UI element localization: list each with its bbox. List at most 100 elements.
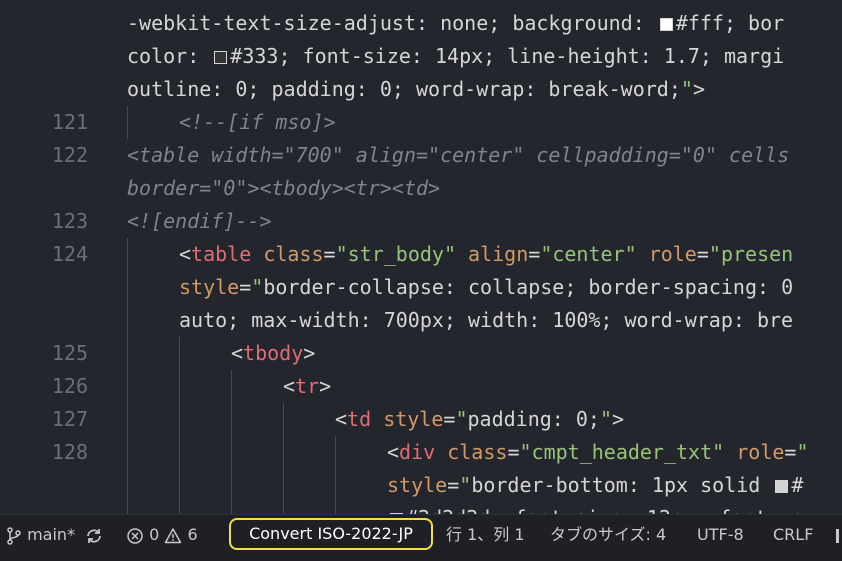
indent-guide: [127, 403, 128, 436]
code-line[interactable]: style="border-collapse: collapse; border…: [0, 271, 842, 304]
indent-guide: [335, 502, 336, 514]
indent-guide: [127, 370, 128, 403]
code-line[interactable]: -webkit-text-size-adjust: none; backgrou…: [0, 7, 842, 40]
indent-guide: [179, 436, 180, 469]
code-token: outline: 0; padding: 0; word-wrap: break…: [127, 77, 681, 101]
code-line[interactable]: style="border-bottom: 1px solid #: [0, 469, 842, 502]
status-bar: main* 0 6 Convert ISO-2022-JP 行 1、列 1 タブ…: [0, 514, 842, 561]
code-token: ": [251, 275, 264, 299]
code-token: =: [447, 473, 460, 497]
indent-guide: [179, 337, 180, 370]
code-line[interactable]: 128 <div class="cmpt_header_txt" role=": [0, 436, 842, 469]
code-line[interactable]: auto; max-width: 700px; width: 100%; wor…: [0, 304, 842, 337]
code-line[interactable]: 123 <![endif]-->: [0, 205, 842, 238]
code-text: <!--[if mso]>: [179, 106, 336, 139]
code-token: <: [231, 341, 244, 365]
code-token: <: [179, 242, 192, 266]
indent-guide: [127, 238, 128, 271]
line-number: 124: [51, 242, 88, 266]
code-token: "presen: [708, 242, 794, 266]
code-token: #333; font-size: 14px; line-height: 1.7;…: [230, 44, 785, 68]
indent-guide: [179, 403, 180, 436]
code-token: =: [323, 242, 336, 266]
indent-guide: [231, 502, 232, 514]
indent-guide: [127, 337, 128, 370]
code-token: #: [791, 473, 804, 497]
code-token: <: [387, 440, 400, 464]
code-text: color: #333; font-size: 14px; line-heigh…: [127, 40, 784, 73]
code-line[interactable]: 121 <!--[if mso]>: [0, 106, 842, 139]
code-editor[interactable]: -webkit-text-size-adjust: none; backgrou…: [0, 0, 842, 514]
code-token: #fff; bor: [675, 11, 785, 35]
indent-guide: [335, 469, 336, 502]
code-text: <tr>: [283, 370, 331, 403]
indent-guide: [127, 469, 128, 502]
code-text: style="border-bottom: 1px solid #: [387, 469, 803, 502]
problems-indicator[interactable]: 0 6: [126, 515, 198, 555]
code-token: ": [796, 440, 809, 464]
code-token: auto; max-width: 700px; width: 100%; wor…: [179, 308, 794, 332]
code-token: align: [468, 242, 529, 266]
code-text: <div class="cmpt_header_txt" role=": [387, 436, 809, 469]
code-text: <tbody>: [231, 337, 315, 370]
code-token: tbody: [243, 341, 304, 365]
status-item-truncated[interactable]: [836, 515, 842, 555]
branch-indicator[interactable]: main*: [6, 515, 75, 555]
code-text: auto; max-width: 700px; width: 100%; wor…: [179, 304, 793, 337]
code-token: style: [387, 473, 448, 497]
code-text: <table width="700" align="center" cellpa…: [127, 139, 789, 172]
indent-guide: [231, 436, 232, 469]
tab-size[interactable]: タブのサイズ: 4: [550, 515, 666, 555]
indent-guide: [283, 502, 284, 514]
color-swatch[interactable]: [214, 51, 228, 64]
line-number: 123: [51, 209, 88, 233]
code-line[interactable]: 126 <tr>: [0, 370, 842, 403]
code-line[interactable]: 125 <tbody>: [0, 337, 842, 370]
indent-guide: [127, 106, 128, 139]
code-text: style="border-collapse: collapse; border…: [179, 271, 793, 304]
code-token: <table width="700" align="center" cellpa…: [127, 143, 790, 167]
code-token: class: [263, 242, 324, 266]
code-line[interactable]: outline: 0; padding: 0; word-wrap: break…: [0, 73, 842, 106]
code-token: td: [347, 407, 372, 431]
code-token: border-bottom: 1px solid: [471, 473, 773, 497]
code-token: ": [680, 77, 693, 101]
code-token: -webkit-text-size-adjust: none; backgrou…: [127, 11, 657, 35]
error-icon: [127, 527, 143, 544]
convert-encoding-button[interactable]: Convert ISO-2022-JP: [229, 518, 433, 550]
code-token: style: [383, 407, 444, 431]
code-text: #2d2d2d; font-size: 12px; font-we: [387, 502, 803, 514]
file-encoding[interactable]: UTF-8: [697, 515, 744, 555]
code-token: =: [507, 440, 520, 464]
code-line[interactable]: border="0"><tbody><tr><td>: [0, 172, 842, 205]
code-token: >: [692, 77, 705, 101]
line-number: 122: [51, 143, 88, 167]
warning-icon: [165, 527, 182, 543]
color-swatch[interactable]: [775, 480, 789, 493]
line-ending[interactable]: CRLF: [773, 515, 813, 555]
code-token: role: [648, 242, 697, 266]
code-token: "center": [540, 242, 637, 266]
code-line[interactable]: #2d2d2d; font-size: 12px; font-we: [0, 502, 842, 514]
code-line[interactable]: 122 <table width="700" align="center" cel…: [0, 139, 842, 172]
cursor-position[interactable]: 行 1、列 1: [446, 515, 525, 555]
code-text: <td style="padding: 0;">: [335, 403, 624, 436]
code-token: color:: [127, 44, 212, 68]
line-number: 126: [51, 374, 88, 398]
code-token: div: [399, 440, 436, 464]
git-branch-icon: [7, 526, 21, 545]
code-line[interactable]: 124 <table class="str_body" align="center…: [0, 238, 842, 271]
error-count: 0: [149, 525, 160, 544]
code-token: style: [179, 275, 240, 299]
code-token: tr: [295, 374, 320, 398]
color-swatch[interactable]: [659, 18, 673, 31]
indent-guide: [283, 469, 284, 502]
warning-count: 6: [187, 525, 198, 544]
code-line[interactable]: 127 <td style="padding: 0;">: [0, 403, 842, 436]
sync-button[interactable]: [84, 515, 104, 555]
code-line[interactable]: color: #333; font-size: 14px; line-heigh…: [0, 40, 842, 73]
